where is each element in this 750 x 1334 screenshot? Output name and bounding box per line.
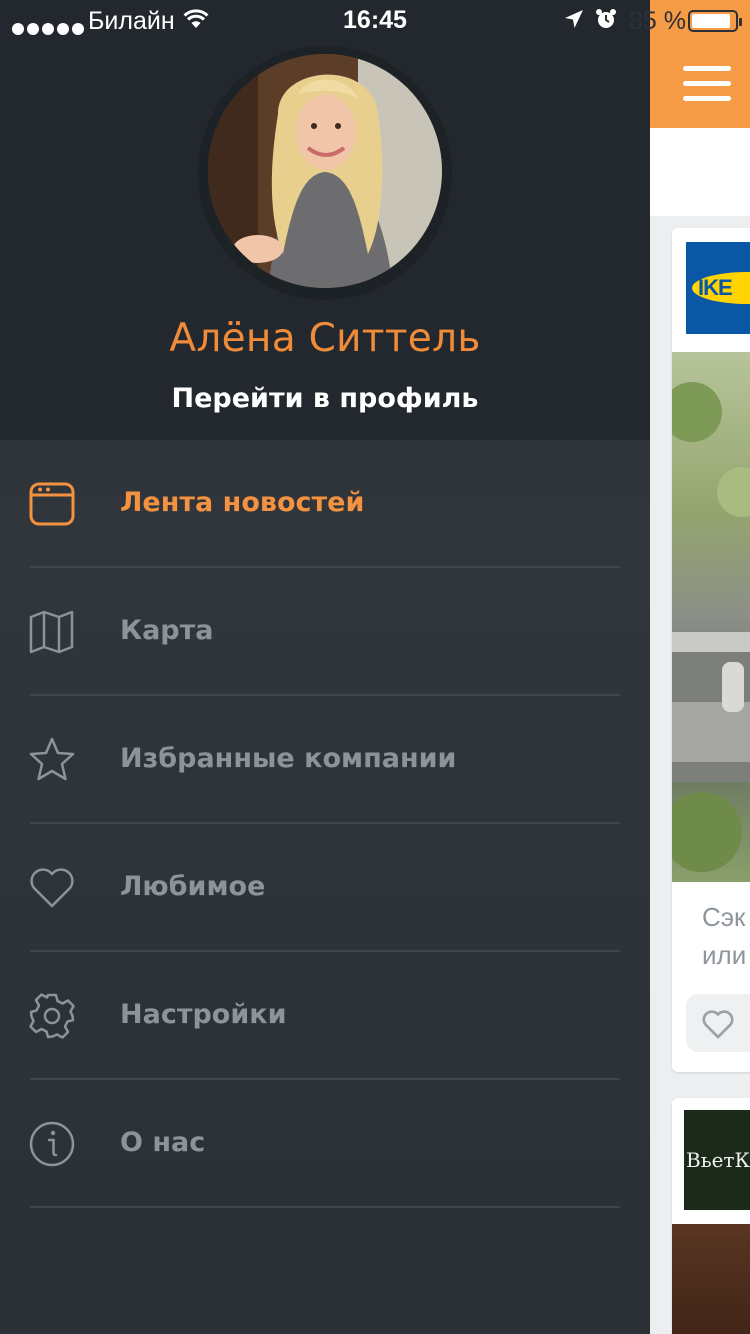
heart-icon	[30, 868, 74, 908]
heart-icon	[702, 1010, 734, 1039]
location-arrow-icon	[565, 10, 583, 28]
main-content-peek[interactable]: IKE Сэк или ВьетКа	[650, 0, 750, 1334]
card-description-line: или	[702, 940, 747, 970]
menu-item-news-feed[interactable]: Лента новостей	[0, 440, 650, 568]
feed-card[interactable]: ВьетКа	[672, 1098, 750, 1334]
menu-item-settings[interactable]: Настройки	[0, 952, 650, 1080]
menu-item-map[interactable]: Карта	[0, 568, 650, 696]
menu-item-label: Настройки	[120, 999, 287, 1030]
card-description: Сэк или	[702, 898, 746, 974]
menu-item-label: Избранные компании	[120, 743, 457, 774]
company-logo-text: IKE	[698, 275, 733, 300]
status-bar: Билайн 16:45 85 %	[0, 0, 750, 40]
battery-icon	[688, 10, 742, 32]
feed-card[interactable]: IKE Сэк или	[672, 228, 750, 1072]
star-icon	[29, 737, 75, 781]
news-feed-icon	[29, 482, 75, 526]
divider	[30, 1206, 620, 1208]
card-photo	[672, 352, 750, 882]
menu-item-favorites[interactable]: Любимое	[0, 824, 650, 952]
navigation-drawer: Алёна Ситтель Перейти в профиль Лента но…	[0, 0, 650, 1334]
go-to-profile-link[interactable]: Перейти в профиль	[0, 383, 650, 414]
card-photo	[672, 1224, 750, 1334]
user-name: Алёна Ситтель	[169, 316, 481, 361]
like-button[interactable]	[686, 994, 750, 1052]
drawer-menu: Лента новостей Карта Избранные компании	[0, 440, 650, 1208]
menu-item-about[interactable]: О нас	[0, 1080, 650, 1208]
company-logo-text: ВьетКа	[686, 1148, 750, 1172]
battery-percentage: 85 %	[629, 7, 686, 35]
company-logo: IKE	[686, 242, 750, 334]
menu-item-favorite-companies[interactable]: Избранные компании	[0, 696, 650, 824]
menu-item-label: Любимое	[120, 871, 266, 902]
menu-item-label: Карта	[120, 615, 214, 646]
hamburger-menu-icon[interactable]	[683, 66, 731, 102]
map-icon	[29, 610, 74, 654]
menu-item-label: Лента новостей	[120, 487, 365, 518]
avatar[interactable]	[208, 54, 442, 288]
card-description-line: Сэк	[702, 902, 746, 932]
profile-header: Алёна Ситтель Перейти в профиль	[0, 0, 650, 440]
sub-bar	[650, 128, 750, 216]
company-logo: ВьетКа	[684, 1110, 750, 1210]
info-icon	[29, 1121, 75, 1167]
menu-item-label: О нас	[120, 1127, 206, 1158]
gear-icon	[29, 993, 75, 1039]
alarm-icon	[596, 9, 616, 28]
